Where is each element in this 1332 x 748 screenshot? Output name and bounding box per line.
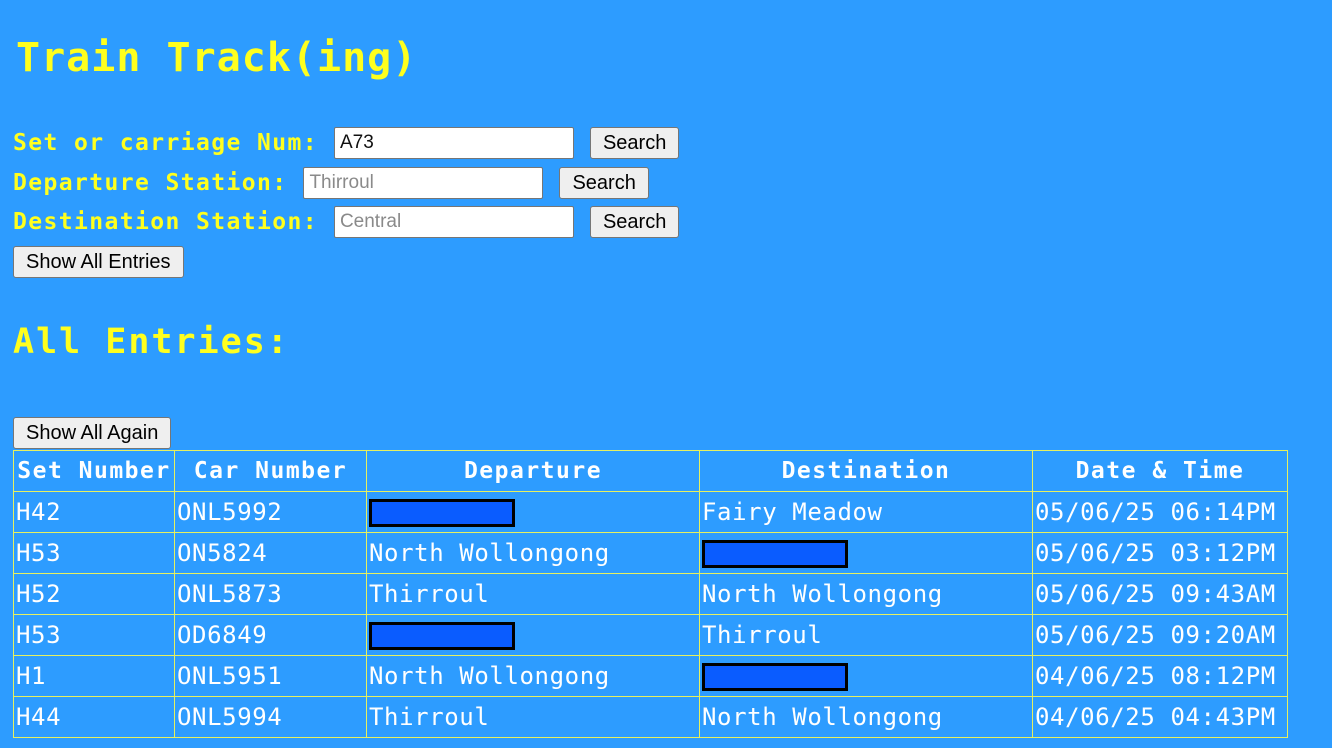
- departure-cell: [366, 614, 700, 656]
- set-number-cell: H1: [13, 655, 175, 697]
- departure-cell: [366, 491, 700, 533]
- table-row: H53 ON5824 North Wollongong 05/06/25 03:12P…: [13, 532, 1288, 574]
- destination-cell: Thirroul: [699, 614, 1033, 656]
- destination-cell: North Wollongong: [699, 573, 1033, 615]
- table-row: H44 ONL5994 Thirroul North Wollongong 04/06/…: [13, 696, 1288, 738]
- date-time-cell: 05/06/25 06:14PM: [1032, 491, 1288, 533]
- table-row: H1 ONL5951 North Wollongong 04/06/25 08:12P…: [13, 655, 1288, 697]
- set-search-row: Set or carriage Num: Search: [13, 126, 680, 160]
- redaction-box: [369, 621, 515, 650]
- car-number-cell: ONL5994: [174, 696, 367, 738]
- table-row: H52 ONL5873 Thirroul North Wollongong 05/06/…: [13, 573, 1288, 615]
- destination-cell: [699, 532, 1033, 574]
- car-number-cell: ONL5873: [174, 573, 367, 615]
- departure-station-input[interactable]: [303, 167, 544, 199]
- date-time-cell: 04/06/25 04:43PM: [1032, 696, 1288, 738]
- destination-search-button[interactable]: Search: [589, 206, 680, 238]
- page-title: Train Track(ing): [16, 35, 418, 81]
- destination-search-row: Destination Station: Search: [13, 205, 680, 239]
- date-time-cell: 05/06/25 03:12PM: [1032, 532, 1288, 574]
- destination-cell: North Wollongong: [699, 696, 1033, 738]
- destination-cell: [699, 655, 1033, 697]
- column-header-date-time: Date & Time: [1032, 450, 1288, 492]
- all-entries-heading: All Entries:: [13, 322, 290, 362]
- destination-cell: Fairy Meadow: [699, 491, 1033, 533]
- departure-cell: Thirroul: [366, 696, 700, 738]
- set-number-cell: H53: [13, 532, 175, 574]
- car-number-cell: ONL5951: [174, 655, 367, 697]
- show-all-entries-button[interactable]: Show All Entries: [13, 246, 184, 278]
- table-row: H53 OD6849 Thirroul 05/06/25 09:20AM: [13, 614, 1288, 656]
- date-time-cell: 04/06/25 08:12PM: [1032, 655, 1288, 697]
- show-all-again-button[interactable]: Show All Again: [13, 417, 172, 449]
- table-row: H42 ONL5992 Fairy Meadow 05/06/25 06:14PM: [13, 491, 1288, 533]
- table-body: H42 ONL5992 Fairy Meadow 05/06/25 06:14PM H5…: [13, 491, 1288, 738]
- set-number-cell: H52: [13, 573, 175, 615]
- car-number-cell: OD6849: [174, 614, 367, 656]
- departure-cell: North Wollongong: [366, 532, 700, 574]
- set-search-button[interactable]: Search: [589, 127, 680, 159]
- entries-table: Set Number Car Number Departure Destinat…: [13, 450, 1288, 738]
- car-number-cell: ON5824: [174, 532, 367, 574]
- show-all-row: Show All Entries: [13, 245, 184, 279]
- set-number-input[interactable]: [333, 127, 574, 159]
- column-header-departure: Departure: [366, 450, 700, 492]
- date-time-cell: 05/06/25 09:20AM: [1032, 614, 1288, 656]
- departure-cell: North Wollongong: [366, 655, 700, 697]
- set-number-label: Set or carriage Num:: [13, 130, 318, 156]
- set-number-cell: H44: [13, 696, 175, 738]
- departure-cell: Thirroul: [366, 573, 700, 615]
- departure-search-row: Departure Station: Search: [13, 166, 649, 200]
- column-header-car-number: Car Number: [174, 450, 367, 492]
- set-number-cell: H42: [13, 491, 175, 533]
- destination-station-input[interactable]: [333, 206, 574, 238]
- date-time-cell: 05/06/25 09:43AM: [1032, 573, 1288, 615]
- show-again-row: Show All Again: [13, 416, 172, 450]
- redaction-box: [702, 662, 848, 691]
- redaction-box: [369, 498, 515, 527]
- destination-station-label: Destination Station:: [13, 209, 318, 235]
- set-number-cell: H53: [13, 614, 175, 656]
- redaction-box: [702, 539, 848, 568]
- column-header-destination: Destination: [699, 450, 1033, 492]
- departure-station-label: Departure Station:: [13, 170, 288, 196]
- car-number-cell: ONL5992: [174, 491, 367, 533]
- departure-search-button[interactable]: Search: [559, 167, 649, 199]
- column-header-set-number: Set Number: [13, 450, 175, 492]
- table-header-row: Set Number Car Number Departure Destinat…: [13, 450, 1288, 492]
